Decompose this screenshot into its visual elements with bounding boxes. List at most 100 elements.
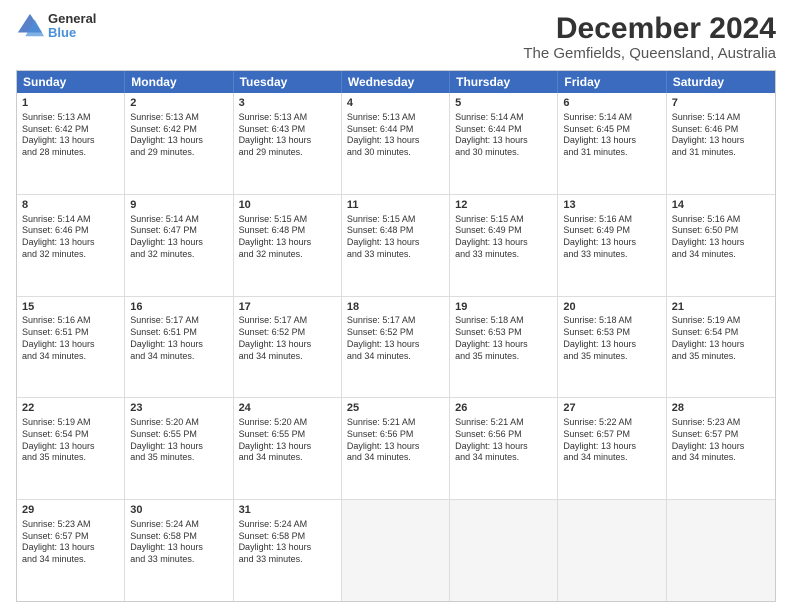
cell-text: Sunrise: 5:17 AM Sunset: 6:51 PM Dayligh…	[130, 315, 227, 362]
cell-text: Sunrise: 5:13 AM Sunset: 6:42 PM Dayligh…	[22, 112, 119, 159]
day-number: 8	[22, 198, 119, 213]
logo-line1: General	[48, 12, 96, 26]
calendar-cell: 4Sunrise: 5:13 AM Sunset: 6:44 PM Daylig…	[342, 93, 450, 194]
calendar-cell: 14Sunrise: 5:16 AM Sunset: 6:50 PM Dayli…	[667, 195, 775, 296]
day-number: 9	[130, 198, 227, 213]
calendar-cell: 13Sunrise: 5:16 AM Sunset: 6:49 PM Dayli…	[558, 195, 666, 296]
sub-title: The Gemfields, Queensland, Australia	[523, 45, 776, 62]
calendar-cell: 25Sunrise: 5:21 AM Sunset: 6:56 PM Dayli…	[342, 398, 450, 499]
logo-icon	[16, 12, 44, 40]
cell-text: Sunrise: 5:17 AM Sunset: 6:52 PM Dayligh…	[239, 315, 336, 362]
cell-text: Sunrise: 5:15 AM Sunset: 6:49 PM Dayligh…	[455, 214, 552, 261]
calendar-cell: 27Sunrise: 5:22 AM Sunset: 6:57 PM Dayli…	[558, 398, 666, 499]
cell-text: Sunrise: 5:23 AM Sunset: 6:57 PM Dayligh…	[22, 519, 119, 566]
logo-text: General Blue	[48, 12, 96, 41]
logo-line2: Blue	[48, 26, 96, 40]
cell-text: Sunrise: 5:16 AM Sunset: 6:51 PM Dayligh…	[22, 315, 119, 362]
calendar-cell	[667, 500, 775, 601]
calendar-week: 1Sunrise: 5:13 AM Sunset: 6:42 PM Daylig…	[17, 93, 775, 195]
calendar-cell: 12Sunrise: 5:15 AM Sunset: 6:49 PM Dayli…	[450, 195, 558, 296]
calendar-cell: 11Sunrise: 5:15 AM Sunset: 6:48 PM Dayli…	[342, 195, 450, 296]
calendar-cell: 5Sunrise: 5:14 AM Sunset: 6:44 PM Daylig…	[450, 93, 558, 194]
calendar-header: SundayMondayTuesdayWednesdayThursdayFrid…	[17, 71, 775, 93]
calendar-cell: 1Sunrise: 5:13 AM Sunset: 6:42 PM Daylig…	[17, 93, 125, 194]
cell-text: Sunrise: 5:13 AM Sunset: 6:42 PM Dayligh…	[130, 112, 227, 159]
calendar-cell: 22Sunrise: 5:19 AM Sunset: 6:54 PM Dayli…	[17, 398, 125, 499]
cell-text: Sunrise: 5:14 AM Sunset: 6:47 PM Dayligh…	[130, 214, 227, 261]
day-number: 4	[347, 96, 444, 111]
calendar-header-cell: Friday	[558, 71, 666, 93]
cell-text: Sunrise: 5:18 AM Sunset: 6:53 PM Dayligh…	[563, 315, 660, 362]
calendar-body: 1Sunrise: 5:13 AM Sunset: 6:42 PM Daylig…	[17, 93, 775, 601]
cell-text: Sunrise: 5:18 AM Sunset: 6:53 PM Dayligh…	[455, 315, 552, 362]
cell-text: Sunrise: 5:16 AM Sunset: 6:49 PM Dayligh…	[563, 214, 660, 261]
day-number: 26	[455, 401, 552, 416]
calendar-cell: 6Sunrise: 5:14 AM Sunset: 6:45 PM Daylig…	[558, 93, 666, 194]
cell-text: Sunrise: 5:24 AM Sunset: 6:58 PM Dayligh…	[130, 519, 227, 566]
day-number: 7	[672, 96, 770, 111]
calendar-cell: 18Sunrise: 5:17 AM Sunset: 6:52 PM Dayli…	[342, 297, 450, 398]
calendar-cell	[342, 500, 450, 601]
calendar-cell: 9Sunrise: 5:14 AM Sunset: 6:47 PM Daylig…	[125, 195, 233, 296]
calendar-cell: 17Sunrise: 5:17 AM Sunset: 6:52 PM Dayli…	[234, 297, 342, 398]
calendar-week: 15Sunrise: 5:16 AM Sunset: 6:51 PM Dayli…	[17, 297, 775, 399]
day-number: 27	[563, 401, 660, 416]
day-number: 30	[130, 503, 227, 518]
day-number: 5	[455, 96, 552, 111]
calendar-cell: 24Sunrise: 5:20 AM Sunset: 6:55 PM Dayli…	[234, 398, 342, 499]
day-number: 11	[347, 198, 444, 213]
day-number: 24	[239, 401, 336, 416]
cell-text: Sunrise: 5:24 AM Sunset: 6:58 PM Dayligh…	[239, 519, 336, 566]
calendar-header-cell: Sunday	[17, 71, 125, 93]
cell-text: Sunrise: 5:21 AM Sunset: 6:56 PM Dayligh…	[455, 417, 552, 464]
header: General Blue December 2024 The Gemfields…	[16, 12, 776, 62]
calendar-cell: 26Sunrise: 5:21 AM Sunset: 6:56 PM Dayli…	[450, 398, 558, 499]
day-number: 20	[563, 300, 660, 315]
logo: General Blue	[16, 12, 96, 41]
day-number: 19	[455, 300, 552, 315]
calendar-cell: 19Sunrise: 5:18 AM Sunset: 6:53 PM Dayli…	[450, 297, 558, 398]
day-number: 1	[22, 96, 119, 111]
calendar-week: 8Sunrise: 5:14 AM Sunset: 6:46 PM Daylig…	[17, 195, 775, 297]
cell-text: Sunrise: 5:14 AM Sunset: 6:44 PM Dayligh…	[455, 112, 552, 159]
calendar-cell: 28Sunrise: 5:23 AM Sunset: 6:57 PM Dayli…	[667, 398, 775, 499]
day-number: 23	[130, 401, 227, 416]
cell-text: Sunrise: 5:20 AM Sunset: 6:55 PM Dayligh…	[239, 417, 336, 464]
day-number: 22	[22, 401, 119, 416]
day-number: 12	[455, 198, 552, 213]
calendar-cell: 30Sunrise: 5:24 AM Sunset: 6:58 PM Dayli…	[125, 500, 233, 601]
cell-text: Sunrise: 5:15 AM Sunset: 6:48 PM Dayligh…	[347, 214, 444, 261]
calendar-cell: 23Sunrise: 5:20 AM Sunset: 6:55 PM Dayli…	[125, 398, 233, 499]
day-number: 25	[347, 401, 444, 416]
day-number: 10	[239, 198, 336, 213]
calendar-week: 29Sunrise: 5:23 AM Sunset: 6:57 PM Dayli…	[17, 500, 775, 601]
cell-text: Sunrise: 5:19 AM Sunset: 6:54 PM Dayligh…	[672, 315, 770, 362]
main-title: December 2024	[523, 12, 776, 45]
day-number: 29	[22, 503, 119, 518]
day-number: 13	[563, 198, 660, 213]
calendar-header-cell: Thursday	[450, 71, 558, 93]
calendar-cell: 31Sunrise: 5:24 AM Sunset: 6:58 PM Dayli…	[234, 500, 342, 601]
calendar-cell	[558, 500, 666, 601]
cell-text: Sunrise: 5:16 AM Sunset: 6:50 PM Dayligh…	[672, 214, 770, 261]
page: General Blue December 2024 The Gemfields…	[0, 0, 792, 612]
day-number: 28	[672, 401, 770, 416]
cell-text: Sunrise: 5:19 AM Sunset: 6:54 PM Dayligh…	[22, 417, 119, 464]
calendar-header-cell: Monday	[125, 71, 233, 93]
day-number: 3	[239, 96, 336, 111]
cell-text: Sunrise: 5:23 AM Sunset: 6:57 PM Dayligh…	[672, 417, 770, 464]
calendar-cell: 7Sunrise: 5:14 AM Sunset: 6:46 PM Daylig…	[667, 93, 775, 194]
calendar-cell: 16Sunrise: 5:17 AM Sunset: 6:51 PM Dayli…	[125, 297, 233, 398]
cell-text: Sunrise: 5:15 AM Sunset: 6:48 PM Dayligh…	[239, 214, 336, 261]
calendar-week: 22Sunrise: 5:19 AM Sunset: 6:54 PM Dayli…	[17, 398, 775, 500]
day-number: 2	[130, 96, 227, 111]
day-number: 31	[239, 503, 336, 518]
cell-text: Sunrise: 5:13 AM Sunset: 6:44 PM Dayligh…	[347, 112, 444, 159]
title-block: December 2024 The Gemfields, Queensland,…	[523, 12, 776, 62]
day-number: 15	[22, 300, 119, 315]
day-number: 6	[563, 96, 660, 111]
calendar-cell	[450, 500, 558, 601]
cell-text: Sunrise: 5:22 AM Sunset: 6:57 PM Dayligh…	[563, 417, 660, 464]
calendar-cell: 20Sunrise: 5:18 AM Sunset: 6:53 PM Dayli…	[558, 297, 666, 398]
cell-text: Sunrise: 5:17 AM Sunset: 6:52 PM Dayligh…	[347, 315, 444, 362]
